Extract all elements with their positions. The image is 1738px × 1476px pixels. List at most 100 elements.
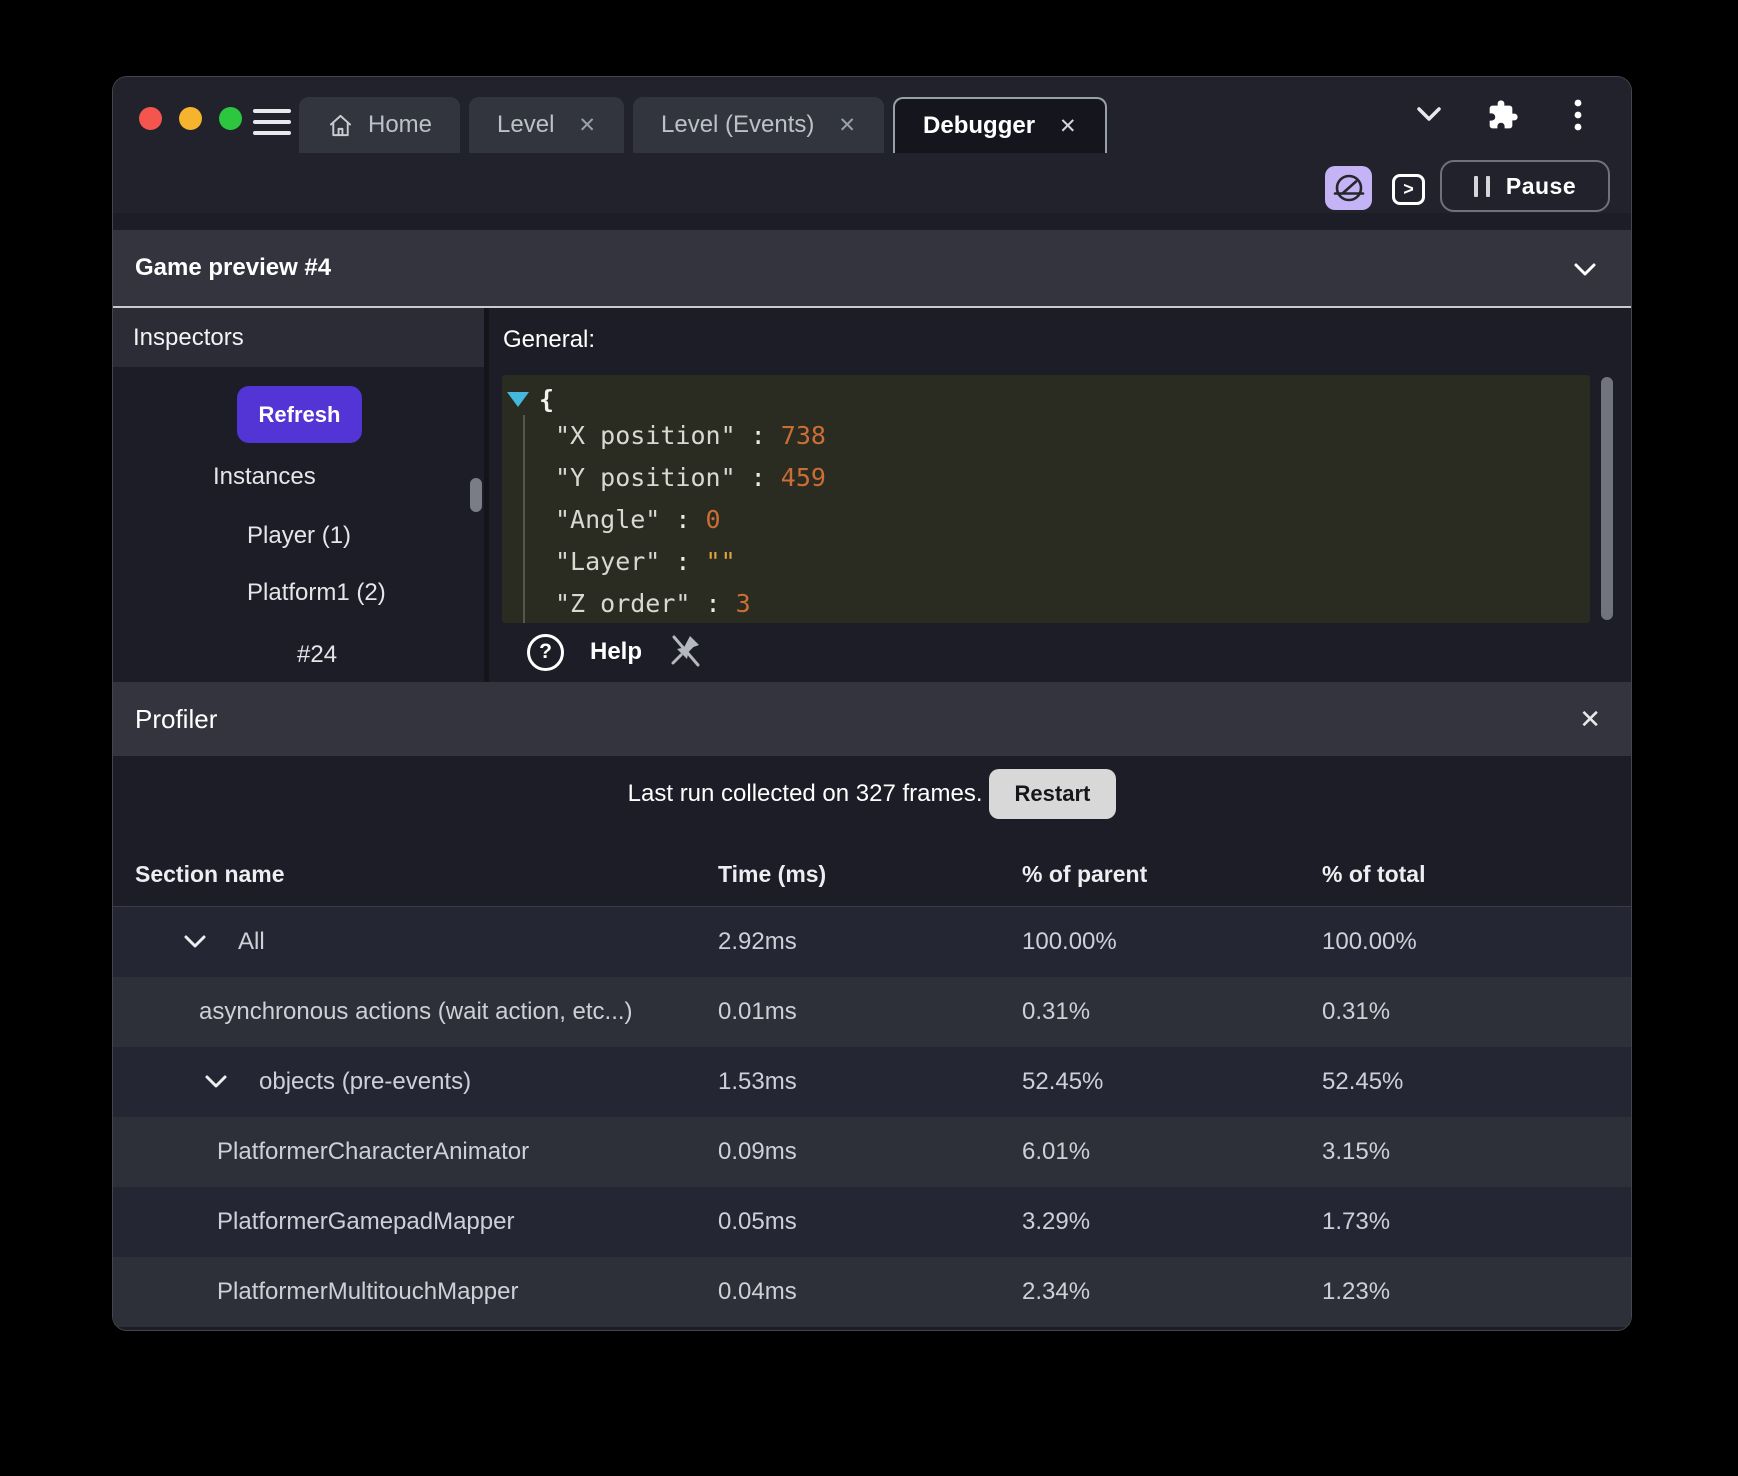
time-value: 0.05ms [718, 1208, 797, 1235]
tab-bar: Home Level ✕ Level (Events) ✕ Debugger ✕ [299, 97, 1107, 153]
close-profiler-icon[interactable]: ✕ [1579, 702, 1601, 736]
section-name: PlatformerCharacterAnimator [217, 1138, 530, 1165]
percent-parent-value: 6.01% [1022, 1138, 1091, 1165]
time-value: 0.09ms [718, 1138, 797, 1165]
table-row-character-animator[interactable]: PlatformerCharacterAnimator 0.09ms 6.01%… [113, 1117, 1631, 1187]
minimize-window-button[interactable] [179, 107, 202, 130]
inspectors-scrollbar-thumb[interactable] [470, 478, 482, 512]
game-preview-header[interactable]: Game preview #4 [113, 230, 1631, 308]
percent-parent-value: 100.00% [1022, 928, 1117, 955]
pin-off-icon[interactable] [668, 632, 704, 672]
restart-button[interactable]: Restart [988, 769, 1117, 819]
time-value: 1.53ms [718, 1068, 797, 1095]
table-row-multitouch-mapper[interactable]: PlatformerMultitouchMapper 0.04ms 2.34% … [113, 1257, 1631, 1327]
section-name: objects (pre-events) [259, 1068, 472, 1095]
percent-total-value: 3.15% [1322, 1138, 1391, 1165]
percent-parent-value: 3.29% [1022, 1208, 1091, 1235]
tree-item-instances[interactable]: Instances [213, 461, 316, 493]
percent-total-value: 100.00% [1322, 928, 1417, 955]
tab-label: Level (Events) [661, 111, 815, 138]
percent-parent-value: 2.34% [1022, 1278, 1091, 1305]
profiler-body: Last run collected on 327 frames. Restar… [113, 756, 1631, 1330]
json-property-angle: "Angle" : 0 [555, 505, 721, 534]
chevron-down-icon[interactable] [1415, 105, 1443, 123]
profiler-status-row: Last run collected on 327 frames. Restar… [113, 761, 1631, 827]
tree-item-platform1[interactable]: Platform1 (2) [247, 577, 386, 609]
titlebar: Home Level ✕ Level (Events) ✕ Debugger ✕ [113, 77, 1631, 153]
json-property-x-position: "X position" : 738 [555, 421, 826, 450]
detail-scrollbar-thumb[interactable] [1601, 377, 1613, 620]
tab-home[interactable]: Home [299, 97, 461, 153]
tree-item-player[interactable]: Player (1) [247, 520, 351, 552]
section-name: All [238, 928, 265, 955]
json-property-y-position: "Y position" : 459 [555, 463, 826, 492]
tree-item-instance-24[interactable]: #24 [297, 639, 337, 671]
tab-level-events[interactable]: Level (Events) ✕ [633, 97, 885, 153]
open-brace: { [539, 385, 555, 414]
desktop-background: Home Level ✕ Level (Events) ✕ Debugger ✕ [0, 0, 1738, 1476]
section-name: asynchronous actions (wait action, etc..… [199, 998, 633, 1025]
collapse-chevron-icon[interactable] [1573, 262, 1597, 277]
profiler-header: Profiler ✕ [113, 682, 1631, 756]
table-row-all[interactable]: All 2.92ms 100.00% 100.00% [113, 907, 1631, 977]
console-chevron-glyph: > [1403, 179, 1414, 199]
profiler-table-header: Section name Time (ms) % of parent % of … [113, 842, 1631, 907]
section-name: PlatformerMultitouchMapper [217, 1278, 519, 1305]
general-section-title: General: [503, 326, 596, 353]
inspectors-panel-header: Inspectors [113, 308, 484, 367]
close-tab-icon[interactable]: ✕ [1059, 114, 1077, 139]
profiler-status-text: Last run collected on 327 frames. [627, 780, 983, 807]
tab-label: Level [497, 111, 555, 138]
extensions-puzzle-icon[interactable] [1487, 99, 1519, 131]
json-property-layer: "Layer" : "" [555, 547, 736, 576]
game-preview-title: Game preview #4 [135, 254, 332, 281]
refresh-button[interactable]: Refresh [237, 386, 362, 443]
json-properties: "X position" : 738 "Y position" : 459 "A… [523, 415, 1590, 623]
pause-icon [1473, 175, 1490, 197]
menu-icon[interactable] [253, 109, 291, 135]
help-button[interactable]: Help [590, 638, 642, 666]
percent-parent-value: 0.31% [1022, 998, 1091, 1025]
time-value: 0.04ms [718, 1278, 797, 1305]
close-tab-icon[interactable]: ✕ [578, 113, 596, 138]
table-row-async-actions[interactable]: asynchronous actions (wait action, etc..… [113, 977, 1631, 1047]
table-row-objects-pre-events[interactable]: objects (pre-events) 1.53ms 52.45% 52.45… [113, 1047, 1631, 1117]
maximize-window-button[interactable] [219, 107, 242, 130]
time-value: 2.92ms [718, 928, 797, 955]
percent-total-value: 52.45% [1322, 1068, 1404, 1095]
column-header-percent-total: % of total [1322, 860, 1426, 887]
json-tree-view: { "X position" : 738 "Y position" : 459 … [502, 375, 1590, 623]
debugger-main-area: Inspectors Refresh Instances Player (1) … [113, 308, 1631, 682]
column-header-time: Time (ms) [718, 860, 827, 887]
debugger-toolbar: > Pause [113, 153, 1631, 213]
percent-total-value: 1.23% [1322, 1278, 1391, 1305]
more-options-dots-icon[interactable] [1573, 97, 1583, 133]
help-row: ? Help [527, 632, 704, 672]
traffic-lights [139, 107, 242, 130]
inspector-detail-panel: General: { "X position" : 738 "Y positio… [489, 308, 1631, 682]
close-tab-icon[interactable]: ✕ [838, 113, 856, 138]
table-row-gamepad-mapper[interactable]: PlatformerGamepadMapper 0.05ms 3.29% 1.7… [113, 1187, 1631, 1257]
percent-total-value: 0.31% [1322, 998, 1391, 1025]
column-header-section-name: Section name [135, 860, 285, 887]
profiler-title: Profiler [135, 703, 218, 734]
tab-level[interactable]: Level ✕ [469, 97, 625, 153]
tab-label: Debugger [923, 112, 1036, 139]
profiler-gauge-button[interactable] [1325, 166, 1372, 210]
percent-total-value: 1.73% [1322, 1208, 1391, 1235]
profiler-table-rows: All 2.92ms 100.00% 100.00% asynchronous … [113, 907, 1631, 1327]
column-header-percent-parent: % of parent [1022, 860, 1148, 887]
help-question-icon[interactable]: ? [527, 633, 564, 671]
percent-parent-value: 52.45% [1022, 1068, 1104, 1095]
json-root-row: { [502, 375, 1590, 415]
debugger-window: Home Level ✕ Level (Events) ✕ Debugger ✕ [112, 76, 1632, 1331]
expand-chevron-icon[interactable] [182, 934, 208, 950]
pause-label: Pause [1505, 172, 1577, 199]
pause-button[interactable]: Pause [1440, 160, 1610, 212]
console-button[interactable]: > [1392, 174, 1425, 205]
tab-debugger[interactable]: Debugger ✕ [893, 97, 1107, 153]
time-value: 0.01ms [718, 998, 797, 1025]
expand-triangle-icon[interactable] [507, 392, 529, 407]
expand-chevron-icon[interactable] [203, 1074, 229, 1090]
close-window-button[interactable] [139, 107, 162, 130]
